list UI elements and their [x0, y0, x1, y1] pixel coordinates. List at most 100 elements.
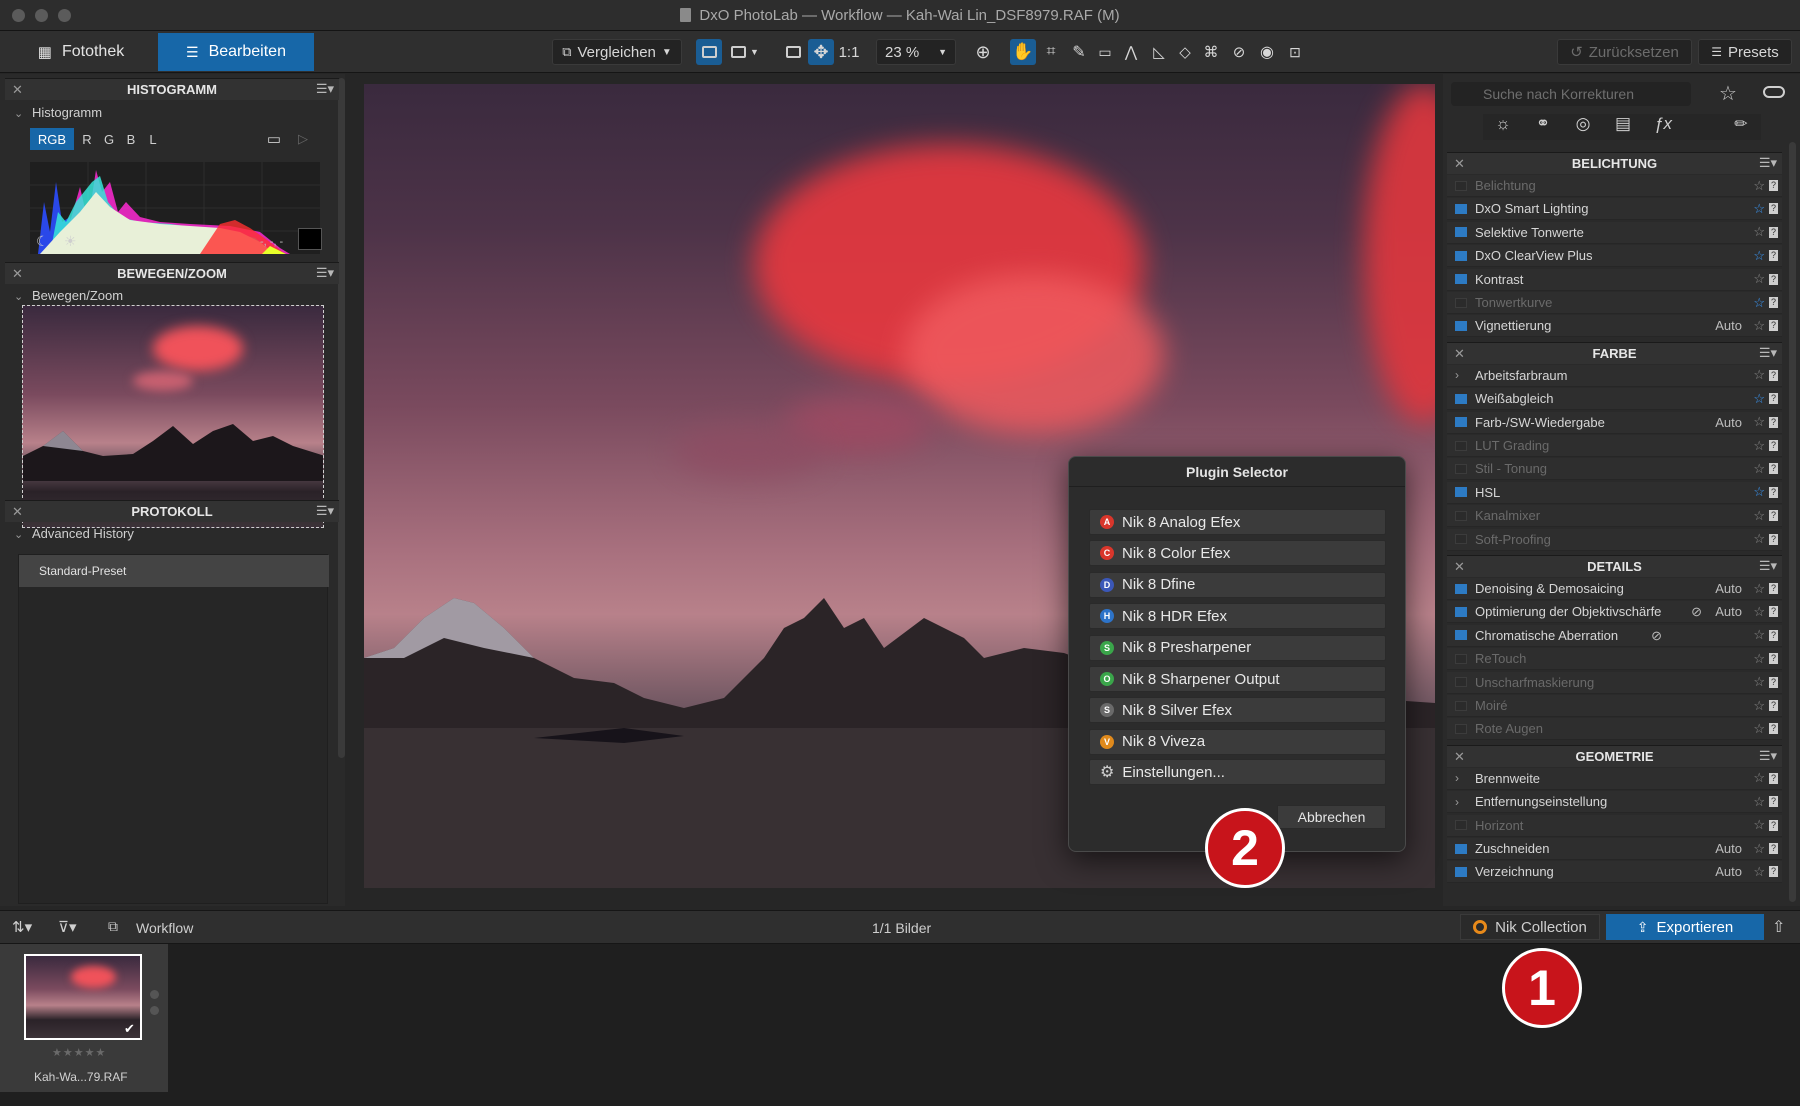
light-palette-icon[interactable]: ☼ [1483, 114, 1523, 140]
correction-row[interactable]: Rote Augen ☆? [1447, 718, 1782, 741]
rating-stars[interactable]: ★★★★★ [52, 1046, 106, 1059]
loupe-tool-button[interactable]: ⊡ [1282, 39, 1308, 65]
filter-icon[interactable]: ⊽▾ [58, 918, 77, 936]
favorite-star-icon[interactable]: ☆ [1753, 318, 1765, 334]
reset-button[interactable]: ↺ Zurücksetzen [1557, 39, 1692, 65]
hidden-eye-icon[interactable]: ⊘ [1691, 604, 1702, 620]
favorite-star-icon[interactable]: ☆ [1753, 271, 1765, 287]
enable-toggle[interactable] [1455, 203, 1467, 214]
transform-tool-button[interactable]: ⌘ [1198, 39, 1224, 65]
chevron-right-icon[interactable]: › [1455, 795, 1467, 809]
plugin-item[interactable]: S Nik 8 Presharpener [1089, 634, 1386, 661]
enable-toggle[interactable] [1455, 534, 1467, 545]
favorite-star-icon[interactable]: ☆ [1753, 817, 1765, 833]
effects-palette-icon[interactable]: ƒx [1643, 114, 1683, 140]
favorite-star-icon[interactable]: ☆ [1753, 841, 1765, 857]
history-item[interactable]: Standard-Preset [19, 555, 329, 587]
favorite-star-icon[interactable]: ☆ [1753, 414, 1765, 430]
enable-toggle[interactable] [1455, 297, 1467, 308]
tab-edit[interactable]: ☰ Bearbeiten [158, 33, 314, 71]
correction-row[interactable]: › Brennweite ☆? [1447, 767, 1782, 790]
help-icon[interactable]: ? [1769, 700, 1778, 711]
cancel-button[interactable]: Abbrechen [1277, 805, 1386, 829]
correction-row[interactable]: Chromatische Aberration ⊘ ☆? [1447, 624, 1782, 647]
sort-icon[interactable]: ⇅▾ [12, 918, 32, 936]
panel-menu-icon[interactable]: ☰▾ [1759, 155, 1777, 171]
toggle-switch[interactable] [1763, 86, 1785, 98]
section-header[interactable]: ✕ FARBE ☰▾ [1447, 341, 1782, 364]
help-icon[interactable]: ? [1769, 320, 1778, 332]
favorite-star-icon[interactable]: ☆ [1753, 391, 1765, 407]
favorite-star-icon[interactable]: ☆ [1753, 627, 1765, 643]
channel-l-button[interactable]: L [144, 128, 162, 150]
favorite-star-icon[interactable]: ☆ [1753, 295, 1765, 311]
panel-menu-icon[interactable]: ☰▾ [316, 503, 334, 519]
plugin-item[interactable]: C Nik 8 Color Efex [1089, 540, 1386, 567]
auto-badge[interactable]: Auto [1715, 415, 1742, 430]
close-icon[interactable]: ✕ [12, 504, 23, 520]
right-panel-scrollbar[interactable] [1789, 142, 1796, 902]
chevron-right-icon[interactable]: › [1455, 771, 1467, 785]
eyedropper-tool-button[interactable]: ✎ [1066, 39, 1092, 65]
enable-toggle[interactable] [1455, 677, 1467, 688]
help-icon[interactable]: ? [1769, 180, 1778, 191]
plugin-settings-button[interactable]: ⚙ Einstellungen... [1089, 759, 1386, 785]
repair-tool-button[interactable]: ⊘ [1226, 39, 1252, 65]
close-window-button[interactable] [12, 9, 25, 22]
correction-row[interactable]: Zuschneiden Auto ☆? [1447, 838, 1782, 860]
enable-toggle[interactable] [1455, 180, 1467, 191]
enable-toggle[interactable] [1455, 393, 1467, 404]
help-icon[interactable]: ? [1769, 533, 1778, 545]
color-palette-icon[interactable]: ⚭ [1523, 114, 1563, 140]
correction-row[interactable]: DxO ClearView Plus ☆? [1447, 245, 1782, 268]
favorite-star-icon[interactable]: ☆ [1753, 794, 1765, 810]
help-icon[interactable]: ? [1769, 819, 1778, 831]
help-icon[interactable]: ? [1769, 273, 1778, 285]
favorite-star-icon[interactable]: ☆ [1753, 201, 1765, 217]
help-icon[interactable]: ? [1769, 393, 1778, 405]
correction-row[interactable]: Moiré ☆? [1447, 695, 1782, 717]
help-icon[interactable]: ? [1769, 203, 1778, 215]
close-icon[interactable]: ✕ [12, 266, 23, 282]
enable-toggle[interactable] [1455, 320, 1467, 331]
close-icon[interactable]: ✕ [1454, 156, 1465, 172]
favorite-star-icon[interactable]: ☆ [1753, 674, 1765, 690]
enable-toggle[interactable] [1455, 440, 1467, 451]
moon-icon[interactable]: ☾ [36, 233, 49, 250]
corrections-search-input[interactable]: Suche nach Korrekturen [1451, 82, 1691, 106]
perspective-tool-button[interactable]: ⋀ [1118, 39, 1144, 65]
auto-badge[interactable]: Auto [1715, 864, 1742, 879]
enable-toggle[interactable] [1455, 723, 1467, 734]
channel-r-button[interactable]: R [78, 128, 96, 150]
favorite-star-icon[interactable]: ☆ [1753, 721, 1765, 737]
panel-menu-icon[interactable]: ☰▾ [316, 81, 334, 97]
correction-row[interactable]: › Entfernungseinstellung ☆? [1447, 791, 1782, 814]
navigator-preview[interactable] [22, 305, 324, 528]
zoom-in-button[interactable]: ⊕ [970, 39, 996, 65]
correction-row[interactable]: Soft-Proofing ☆? [1447, 528, 1782, 551]
auto-badge[interactable]: Auto [1715, 318, 1742, 333]
enable-toggle[interactable] [1455, 583, 1467, 594]
navigator-subheader[interactable]: ⌄ Bewegen/Zoom [14, 288, 123, 303]
volume-tool-button[interactable]: ◺ [1146, 39, 1172, 65]
correction-row[interactable]: DxO Smart Lighting ☆? [1447, 198, 1782, 221]
preview-tool-button[interactable]: ◉ [1254, 39, 1280, 65]
move-button[interactable]: ✥ [808, 39, 834, 65]
correction-row[interactable]: Denoising & Demosaicing Auto ☆? [1447, 578, 1782, 600]
help-icon[interactable]: ? [1769, 226, 1778, 238]
favorite-star-icon[interactable]: ☆ [1753, 367, 1765, 383]
favorite-star-icon[interactable]: ☆ [1753, 604, 1765, 620]
correction-row[interactable]: › Arbeitsfarbraum ☆? [1447, 364, 1782, 387]
plugin-item[interactable]: V Nik 8 Viveza [1089, 728, 1386, 755]
panel-menu-icon[interactable]: ☰▾ [1759, 748, 1777, 764]
help-icon[interactable]: ? [1769, 796, 1778, 808]
help-icon[interactable]: ? [1769, 486, 1778, 498]
favorite-star-icon[interactable]: ☆ [1753, 248, 1765, 264]
correction-row[interactable]: LUT Grading ☆? [1447, 435, 1782, 457]
panel-menu-icon[interactable]: ☰▾ [1759, 558, 1777, 574]
help-icon[interactable]: ? [1769, 510, 1778, 522]
single-view-button[interactable] [696, 39, 722, 65]
close-icon[interactable]: ✕ [12, 82, 23, 98]
favorite-star-icon[interactable]: ☆ [1753, 178, 1765, 194]
auto-badge[interactable]: Auto [1715, 581, 1742, 596]
